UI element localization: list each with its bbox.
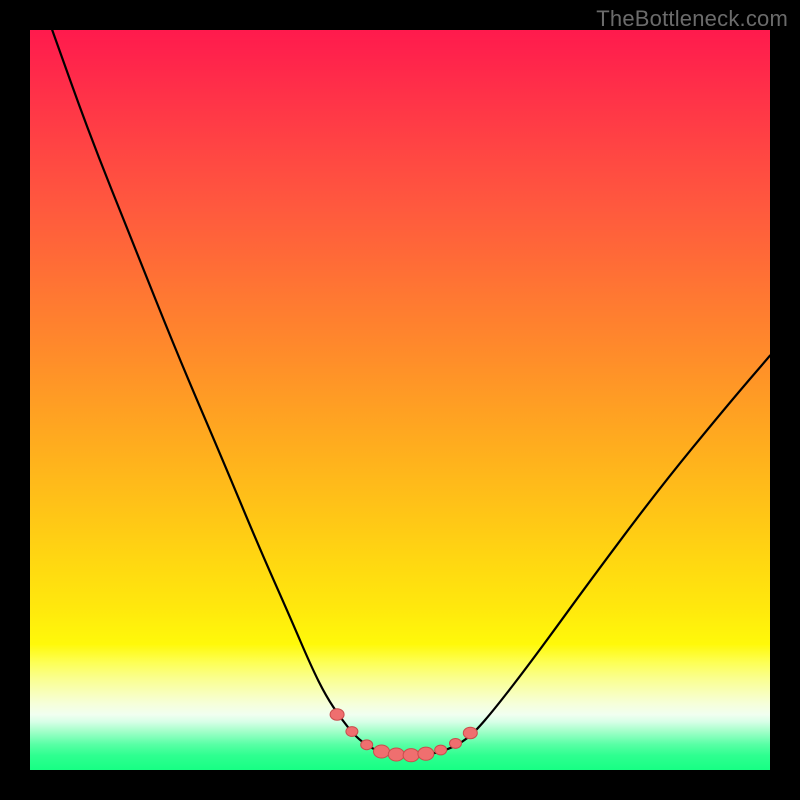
outer-frame: TheBottleneck.com — [0, 0, 800, 800]
highlight-marker — [361, 740, 373, 750]
plot-area — [30, 30, 770, 770]
highlight-marker — [388, 748, 404, 761]
highlight-marker — [330, 709, 344, 720]
highlight-marker — [418, 747, 434, 760]
highlight-marker — [346, 727, 358, 737]
highlight-marker — [435, 745, 447, 755]
highlight-marker — [374, 745, 390, 758]
bottleneck-curve — [52, 30, 770, 755]
highlight-marker — [403, 749, 419, 762]
curve-layer — [30, 30, 770, 770]
highlight-marker — [450, 738, 462, 748]
highlight-marker — [463, 727, 477, 738]
highlight-markers — [330, 709, 477, 762]
watermark-text: TheBottleneck.com — [596, 6, 788, 32]
